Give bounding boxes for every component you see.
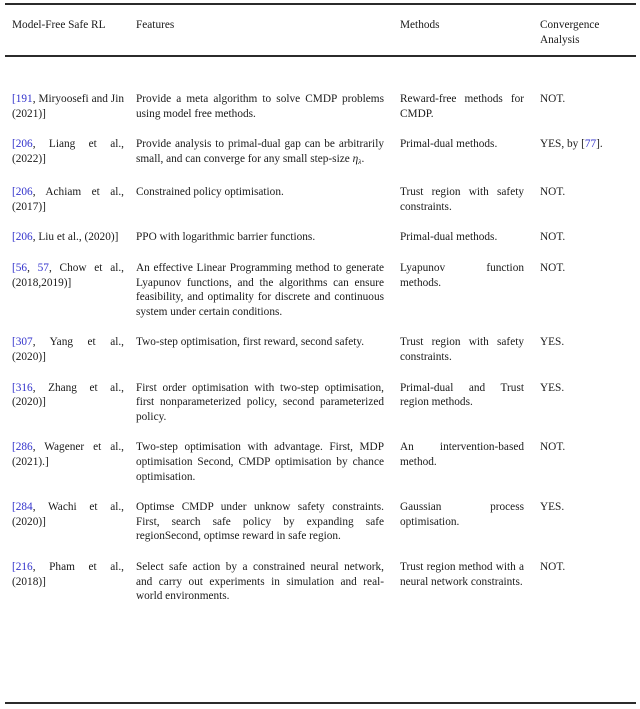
cell-reference: [56, 57, Chow et al., (2018,2019)]	[12, 262, 124, 289]
cell-features: Optimse CMDP under unknow safety constra…	[136, 501, 384, 543]
cell-features: Constrained policy optimisation.	[136, 186, 284, 199]
cell-reference: [307, Yang et al., (2020)]	[12, 336, 124, 364]
table-row: [206, Liang et al., (2022)] Provide anal…	[0, 121, 640, 169]
cell-methods: Lyapunov function methods.	[400, 262, 524, 289]
cell-reference: [216, Pham et al., (2018)]	[12, 560, 124, 588]
cell-convergence: NOT.	[540, 231, 566, 244]
table-row: [206, Liu et al., (2020)] PPO with logar…	[0, 214, 640, 245]
table-row: [284, Wachi et al.,(2020)] Optimse CMDP …	[0, 484, 640, 544]
cell-features: Select safe action by a constrained neur…	[136, 560, 384, 603]
cell-methods: Trust region with safety constraints.	[400, 336, 524, 364]
cell-reference: [206, Achiam et al., (2017)]	[12, 186, 124, 213]
cell-features: Provide a meta algorithm to solve CMDP p…	[136, 93, 384, 120]
cell-reference: [284, Wachi et al.,(2020)]	[12, 501, 124, 528]
cell-methods: Primal-dual and Trust region methods.	[400, 381, 524, 409]
cell-features: An effective Linear Programming method t…	[136, 262, 384, 318]
cell-features: PPO with logarithmic barrier functions.	[136, 231, 316, 244]
table-row: [206, Achiam et al., (2017)] Constrained…	[0, 169, 640, 214]
table-row: [316, Zhang et al.,(2020)] First order o…	[0, 365, 640, 425]
cell-methods: Trust region with safety constraints.	[400, 186, 524, 213]
cell-methods: Primal-dual methods.	[400, 231, 498, 244]
table-row: [216, Pham et al., (2018)] Select safe a…	[0, 544, 640, 604]
cell-reference: [206, Liang et al., (2022)]	[12, 138, 124, 165]
cell-features: First order optimisation with two-step o…	[136, 381, 384, 423]
cell-features: Two-step optimisation with advantage. Fi…	[136, 441, 384, 483]
cell-reference: [191, Miryoosefi and Jin (2021)]	[12, 93, 124, 120]
cell-convergence: NOT.	[540, 93, 566, 105]
cell-convergence: NOT.	[540, 441, 566, 454]
cell-features: Two-step optimisation, first reward, sec…	[136, 336, 365, 349]
cell-convergence: YES, by [77].	[540, 138, 603, 151]
table-page: Model-Free Safe RL Features Methods Conv…	[0, 0, 640, 709]
cell-methods: Trust region method with a neural networ…	[400, 560, 524, 588]
cell-convergence: YES.	[540, 336, 565, 349]
cell-methods: Reward-free methods for CMDP.	[400, 93, 524, 120]
cell-methods: An intervention-based method.	[400, 441, 524, 468]
table-body: [191, Miryoosefi and Jin (2021)] Provide…	[0, 73, 640, 604]
cell-convergence: NOT.	[540, 186, 566, 199]
column-header-methods: Methods	[400, 19, 440, 31]
column-header-features: Features	[136, 19, 175, 31]
table-row: [286, Wagener et al., (2021).] Two-step …	[0, 424, 640, 484]
cell-methods: Primal-dual methods.	[400, 138, 498, 151]
cell-convergence: YES.	[540, 501, 565, 514]
cell-reference: [316, Zhang et al.,(2020)]	[12, 381, 124, 409]
table-row: [191, Miryoosefi and Jin (2021)] Provide…	[0, 73, 640, 121]
cell-convergence: NOT.	[540, 560, 566, 573]
table-header: Model-Free Safe RL Features Methods Conv…	[0, 0, 640, 73]
comparison-table: Model-Free Safe RL Features Methods Conv…	[0, 0, 640, 604]
table-bottom-rule	[5, 702, 636, 704]
column-header-model-free-safe-rl: Model-Free Safe RL	[12, 19, 106, 31]
cell-convergence: NOT.	[540, 262, 566, 275]
table-row: [307, Yang et al., (2020)] Two-step opti…	[0, 319, 640, 364]
column-header-convergence-analysis: Convergence Analysis	[540, 19, 600, 46]
cell-reference: [206, Liu et al., (2020)]	[12, 231, 119, 244]
cell-reference: [286, Wagener et al., (2021).]	[12, 441, 124, 468]
cell-convergence: YES.	[540, 381, 565, 394]
header-row: Model-Free Safe RL Features Methods Conv…	[0, 0, 640, 73]
cell-methods: Gaussian process optimisation.	[400, 501, 524, 528]
cell-features: Provide analysis to primal-dual gap can …	[136, 138, 384, 166]
table-row: [56, 57, Chow et al., (2018,2019)] An ef…	[0, 245, 640, 319]
